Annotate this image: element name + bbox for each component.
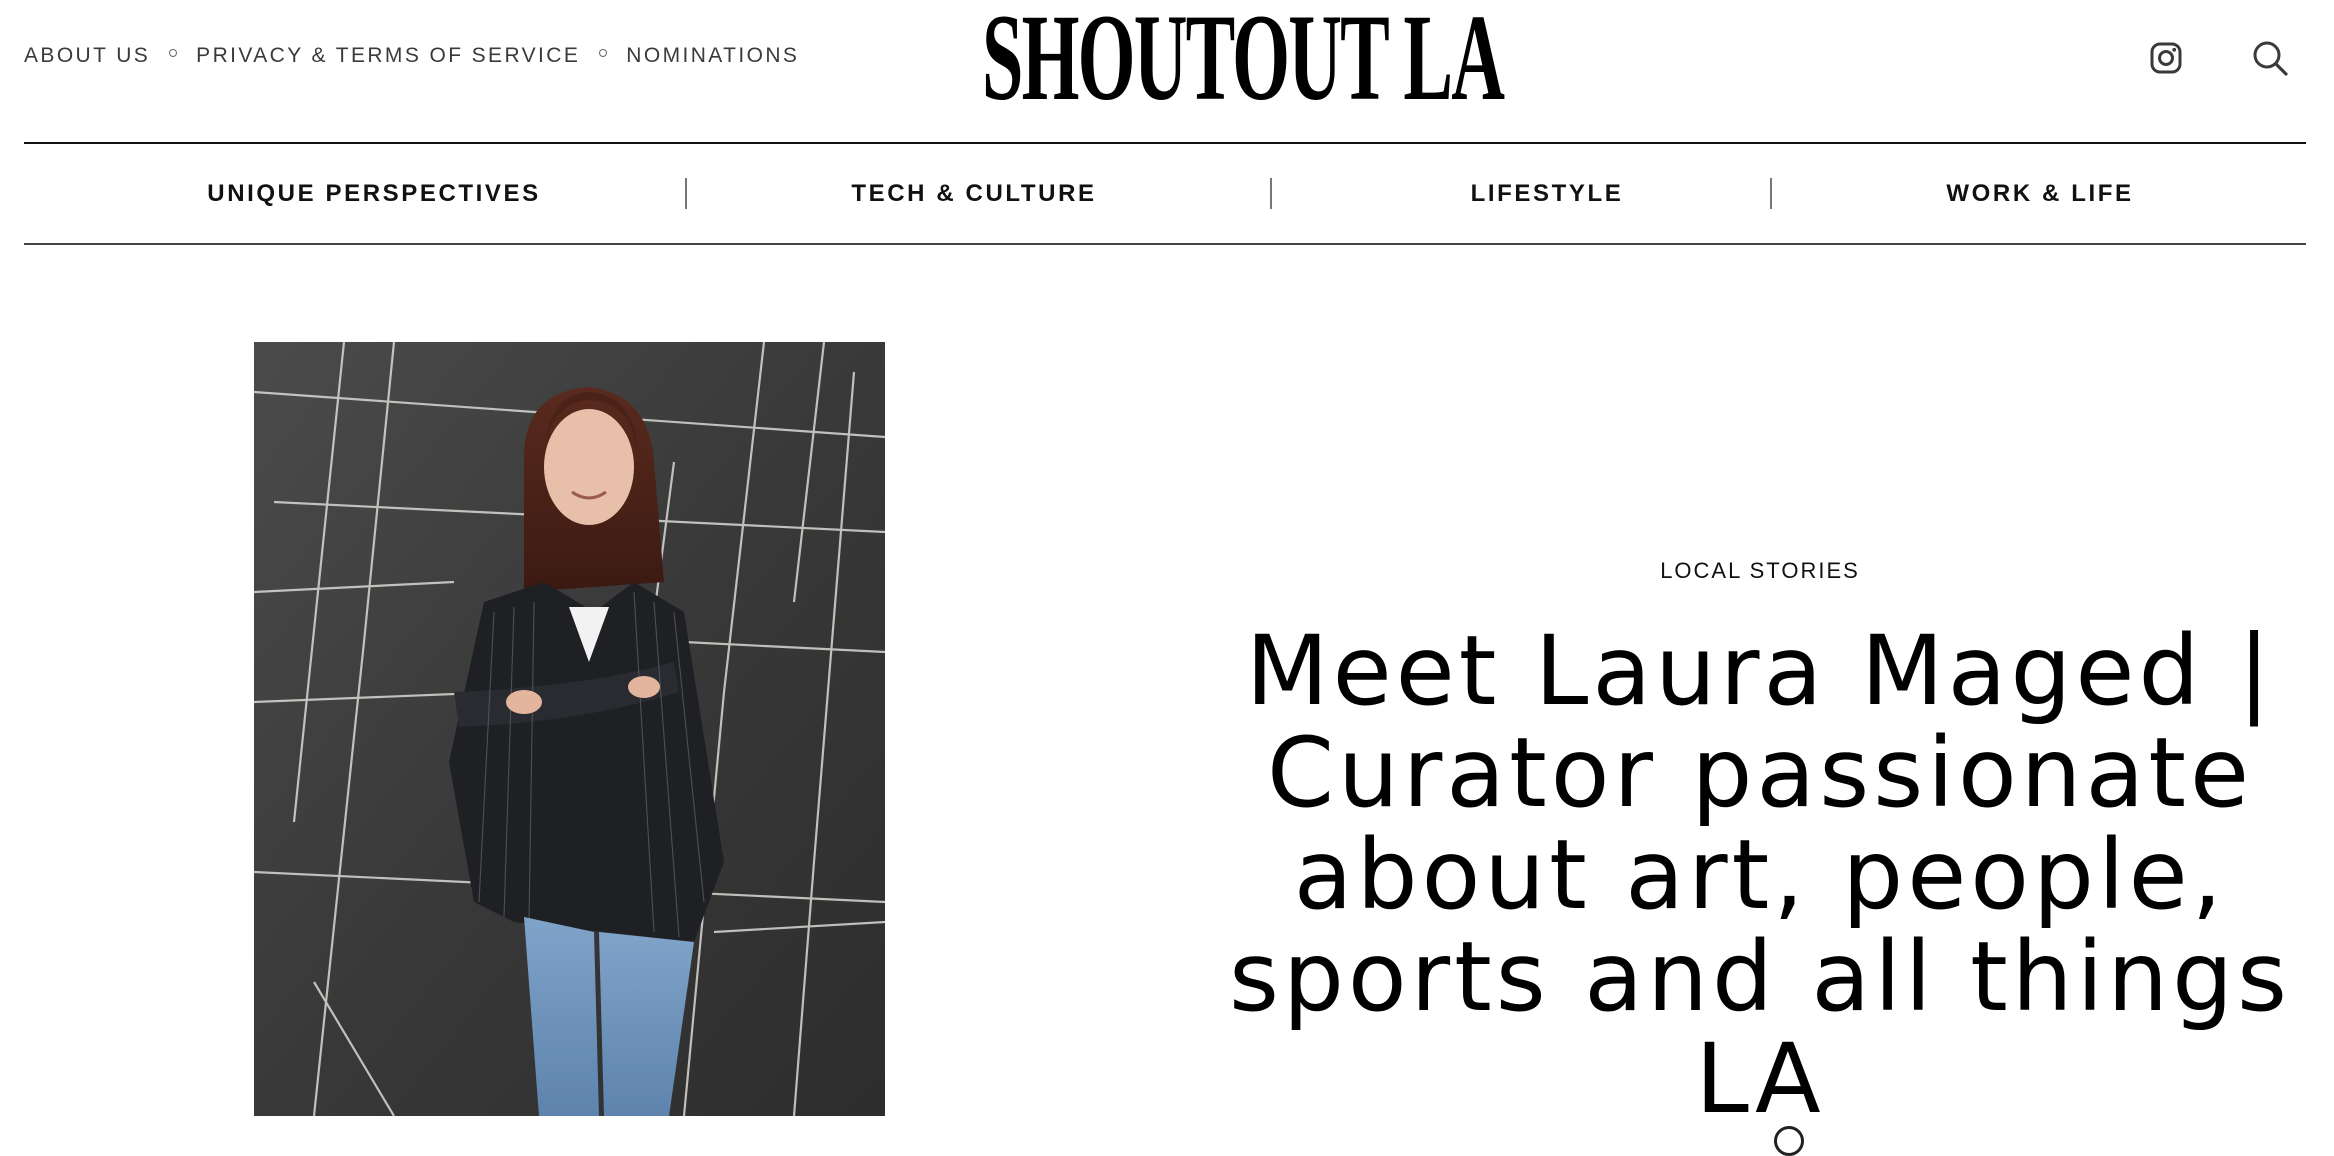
nav-divider-line: [24, 243, 2306, 245]
link-separator-dot: [599, 49, 608, 57]
portrait-illustration: [254, 342, 885, 1116]
main-category-nav: UNIQUE PERSPECTIVES TECH & CULTURE LIFES…: [24, 144, 2306, 243]
nominations-link[interactable]: NOMINATIONS: [626, 44, 799, 68]
privacy-terms-link[interactable]: PRIVACY & TERMS OF SERVICE: [196, 44, 580, 68]
instagram-icon[interactable]: [2146, 38, 2186, 78]
link-separator-dot: [169, 49, 178, 57]
search-icon[interactable]: [2250, 38, 2290, 78]
nav-divider: [685, 178, 687, 209]
featured-portrait-image: [254, 342, 885, 1116]
about-us-link[interactable]: ABOUT US: [24, 44, 150, 68]
author-avatar-peek: [1774, 1126, 1804, 1156]
nav-lifestyle[interactable]: LIFESTYLE: [1297, 144, 1797, 243]
nav-work-life[interactable]: WORK & LIFE: [1790, 144, 2290, 243]
article-category-link[interactable]: LOCAL STORIES: [1460, 558, 2060, 584]
nav-divider: [1770, 178, 1772, 209]
article-title: Meet Laura Maged | Curator passionate ab…: [1228, 615, 2292, 1135]
top-utility-links: ABOUT US PRIVACY & TERMS OF SERVICE NOMI…: [24, 44, 799, 68]
nav-unique-perspectives[interactable]: UNIQUE PERSPECTIVES: [124, 144, 624, 243]
site-logo[interactable]: SHOUTOUT LA: [982, 0, 1505, 120]
site-header: ABOUT US PRIVACY & TERMS OF SERVICE NOMI…: [0, 0, 2334, 142]
nav-divider: [1270, 178, 1272, 209]
nav-tech-culture[interactable]: TECH & CULTURE: [724, 144, 1224, 243]
